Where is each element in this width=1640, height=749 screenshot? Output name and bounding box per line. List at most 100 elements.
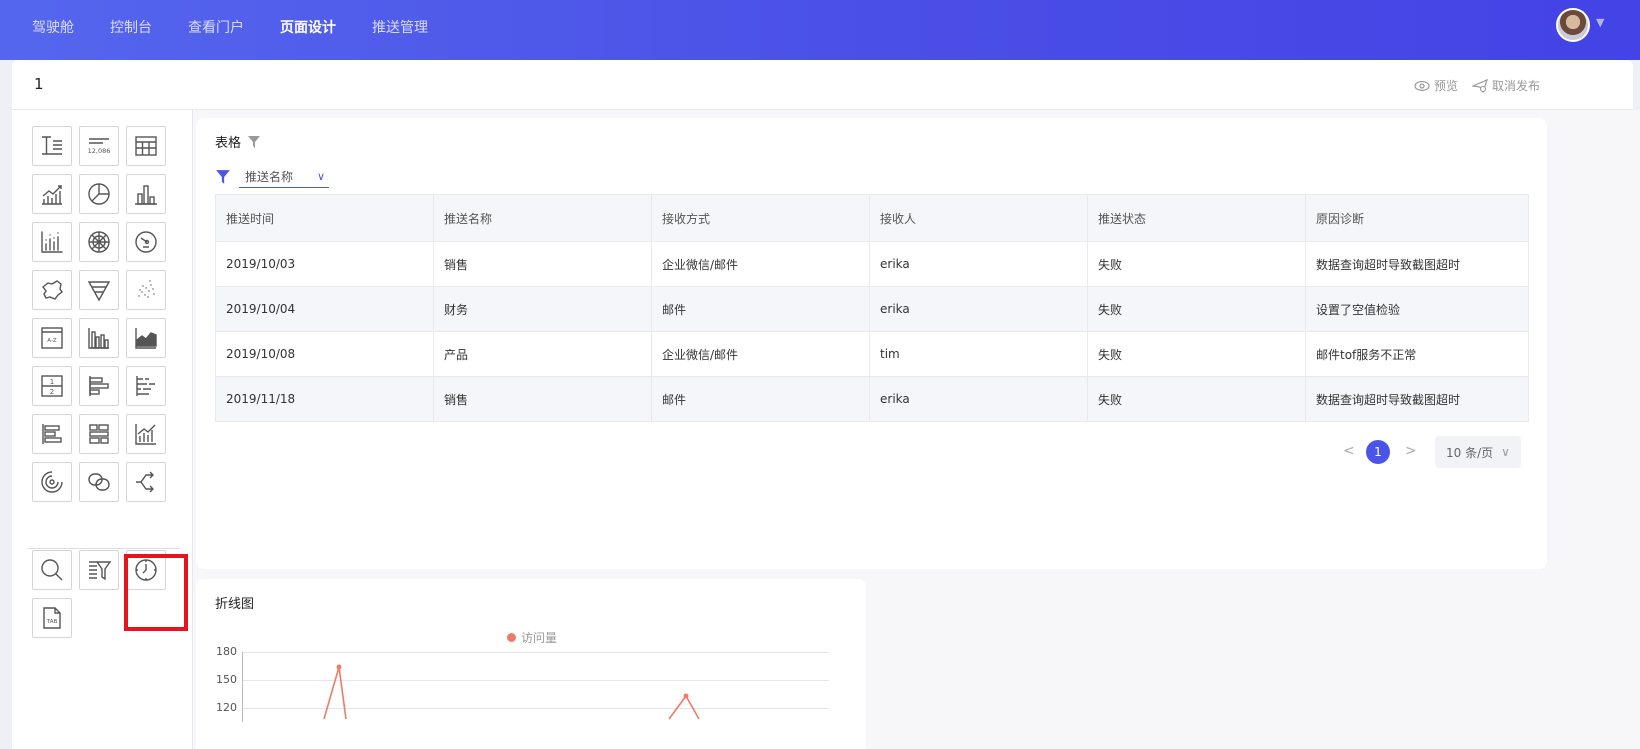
table-header-row: 推送时间 推送名称 接收方式 接收人 推送状态 原因诊断 [215,194,1529,242]
filter-select-value: 推送名称 [245,170,294,184]
component-palette: 12,086 A-Z 12 TAB [12,110,193,749]
top-nav: 驾驶舱 控制台 查看门户 页面设计 推送管理 ▼ [0,0,1640,60]
table-cell: 销售 [433,241,652,287]
combo-chart-tool-icon[interactable] [126,414,166,454]
table-tool-icon[interactable] [126,126,166,166]
svg-text:2: 2 [50,388,54,396]
preview-button[interactable]: 预览 [1414,77,1458,94]
series-line [668,694,700,720]
table-row[interactable]: 2019/10/03 销售 企业微信/邮件 erika 失败 数据查询超时导致截… [215,241,1529,287]
series-line [323,666,347,720]
page-size-select[interactable]: 10 条/页 ∨ [1435,436,1521,468]
ranking-tool-icon[interactable]: A-Z [32,318,72,358]
unpublish-button[interactable]: 取消发布 [1472,77,1540,94]
table-cell: 设置了空值检验 [1305,286,1529,332]
column-header[interactable]: 原因诊断 [1305,194,1529,242]
page-size-value: 10 条/页 [1446,445,1494,460]
pie-chart-tool-icon[interactable] [79,174,119,214]
area-chart-tool-icon[interactable] [126,318,166,358]
text-tool-icon[interactable] [32,126,72,166]
data-point[interactable] [336,664,342,670]
ring-progress-tool-icon[interactable] [32,462,72,502]
horizontal-bar-tool-icon[interactable] [79,366,119,406]
preview-label: 预览 [1434,79,1459,93]
table-row[interactable]: 2019/10/08 产品 企业微信/邮件 tim 失败 邮件tof服务不正常 [215,331,1529,377]
bar-list-tool-icon[interactable] [32,414,72,454]
nav-page-design[interactable]: 页面设计 [280,17,336,37]
table-cell: 失败 [1087,376,1306,422]
sankey-tool-icon[interactable] [126,462,166,502]
nav-cockpit[interactable]: 驾驶舱 [32,17,74,37]
svg-text:12,086: 12,086 [88,147,111,155]
nav-push-management[interactable]: 推送管理 [372,17,428,37]
table-row[interactable]: 2019/10/04 财务 邮件 erika 失败 设置了空值检验 [215,286,1529,332]
page-title: 1 [34,75,44,93]
avatar[interactable] [1556,8,1590,42]
table-cell: 失败 [1087,286,1306,332]
tab-control-icon[interactable]: TAB [32,598,72,638]
nav-portal[interactable]: 查看门户 [188,17,244,37]
data-point[interactable] [683,693,689,699]
nav-console[interactable]: 控制台 [110,17,152,37]
table-title: 表格 [215,136,242,151]
table-cell: 数据查询超时导致截图超时 [1305,241,1529,287]
next-page-button[interactable]: > [1405,443,1417,459]
palette-divider [28,548,180,549]
table-cell: 2019/10/08 [215,331,434,377]
table-cell: tim [869,331,1088,377]
table-cell: 财务 [433,286,652,332]
page-header: 1 预览 取消发布 [12,60,1633,110]
push-record-table: 推送时间 推送名称 接收方式 接收人 推送状态 原因诊断 2019/10/03 … [215,194,1529,422]
table-cell: 2019/10/04 [215,286,434,332]
table-cell: 邮件 [651,286,870,332]
prev-page-button[interactable]: < [1343,443,1355,459]
table-cell: 邮件 [651,376,870,422]
scatter-bar-tool-icon[interactable] [32,222,72,262]
stacked-horizontal-bar-tool-icon[interactable] [126,366,166,406]
filter-row: 推送名称 ∨ [215,166,329,188]
block-layout-tool-icon[interactable] [79,414,119,454]
map-tool-icon[interactable] [32,270,72,310]
column-header[interactable]: 接收人 [869,194,1088,242]
eye-icon [1414,80,1430,91]
table-cell: 失败 [1087,241,1306,287]
send-icon [1472,78,1488,93]
column-header[interactable]: 推送状态 [1087,194,1306,242]
grouped-bar-tool-icon[interactable] [79,318,119,358]
chevron-down-icon: ∨ [316,170,325,183]
table-cell: 邮件tof服务不正常 [1305,331,1529,377]
svg-text:TAB: TAB [46,619,58,625]
fraction-tool-icon[interactable]: 12 [32,366,72,406]
table-cell: 企业微信/邮件 [651,331,870,377]
table-cell: 2019/11/18 [215,376,434,422]
svg-text:A-Z: A-Z [47,338,57,344]
line-series [323,664,700,720]
line-chart-card[interactable]: 折线图 访问量 180 150 120 [196,579,866,749]
radar-chart-tool-icon[interactable] [79,222,119,262]
table-card[interactable]: 表格 推送名称 ∨ 推送时间 推送名称 接收方式 接收人 推送状态 原因诊断 2… [196,118,1547,569]
svg-text:1: 1 [50,378,54,386]
table-row[interactable]: 2019/11/18 销售 邮件 erika 失败 数据查询超时导致截图超时 [215,376,1529,422]
table-cell: 数据查询超时导致截图超时 [1305,376,1529,422]
current-page-button[interactable]: 1 [1366,440,1390,464]
number-card-tool-icon[interactable]: 12,086 [79,126,119,166]
column-header[interactable]: 推送名称 [433,194,652,242]
search-control-icon[interactable] [32,550,72,590]
gauge-tool-icon[interactable] [126,222,166,262]
design-canvas: 表格 推送名称 ∨ 推送时间 推送名称 接收方式 接收人 推送状态 原因诊断 2… [193,110,1640,749]
funnel-tool-icon[interactable] [79,270,119,310]
push-name-filter-select[interactable]: 推送名称 ∨ [239,166,329,188]
scatter-plot-tool-icon[interactable] [126,270,166,310]
filter-icon[interactable] [247,135,261,149]
table-cell: 企业微信/邮件 [651,241,870,287]
filter-control-icon[interactable] [79,550,119,590]
line-chart-tool-icon[interactable] [32,174,72,214]
column-header[interactable]: 推送时间 [215,194,434,242]
column-header[interactable]: 接收方式 [651,194,870,242]
filter-icon [216,170,230,184]
chevron-down-icon[interactable]: ▼ [1596,16,1604,29]
table-cell: erika [869,286,1088,332]
bar-chart-tool-icon[interactable] [126,174,166,214]
table-cell: 失败 [1087,331,1306,377]
venn-tool-icon[interactable] [79,462,119,502]
